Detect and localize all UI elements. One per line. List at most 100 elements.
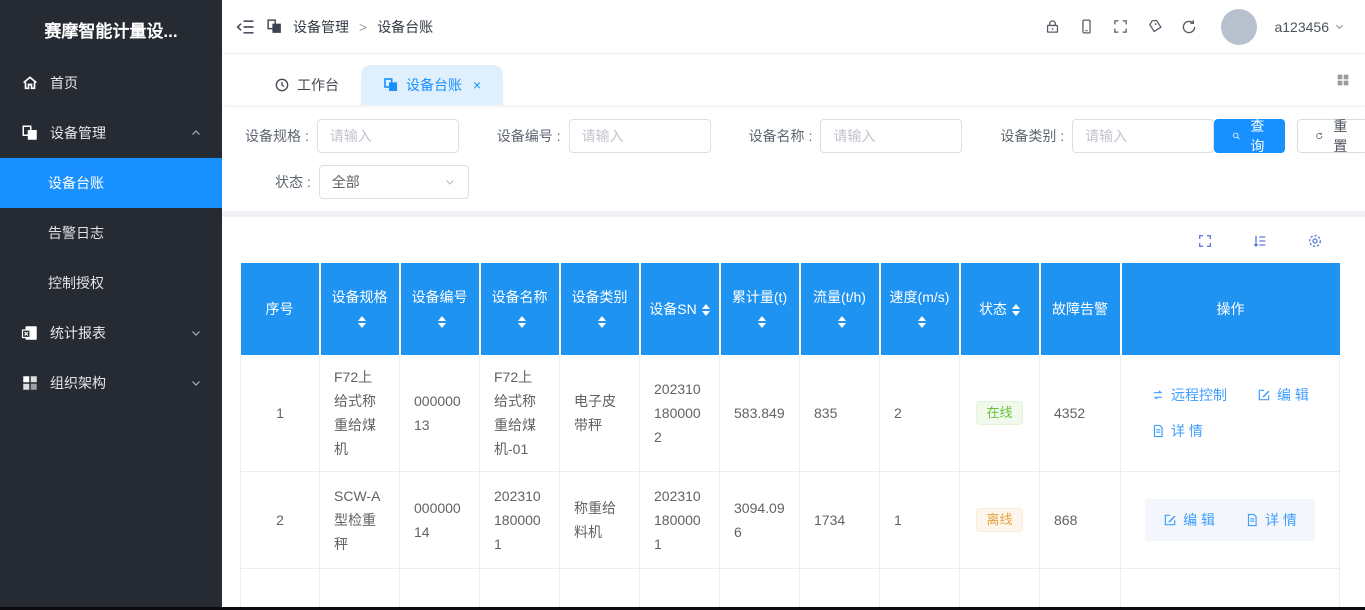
sidebar-item-label: 设备管理: [50, 123, 106, 143]
col-status[interactable]: 状态: [960, 263, 1040, 355]
detail-link[interactable]: 详 情: [1245, 508, 1297, 532]
sidebar-item-control-auth[interactable]: 控制授权: [0, 258, 222, 308]
cell-status: [960, 568, 1040, 610]
col-index: 序号: [241, 263, 320, 355]
cell-fault: 4352: [1040, 355, 1121, 471]
tab-device-ledger[interactable]: 设备台账 ×: [361, 65, 503, 105]
col-total[interactable]: 累计量(t): [720, 263, 800, 355]
table-density-icon[interactable]: [1252, 233, 1268, 249]
cell-code: 000000: [400, 568, 480, 610]
device-table: 序号 设备规格 设备编号 设备名称 设备类别 设备SN 累计量(t) 流量(t/…: [240, 263, 1340, 610]
col-speed[interactable]: 速度(m/s): [880, 263, 960, 355]
cell-index: 2: [241, 471, 320, 568]
filter-status-label: 状态 :: [275, 172, 311, 192]
device-icon: [383, 77, 399, 93]
sort-icon[interactable]: [838, 316, 846, 328]
mobile-icon[interactable]: [1078, 18, 1095, 35]
cell-category: 称重给料机: [560, 568, 640, 610]
theme-tag-icon[interactable]: [1146, 18, 1163, 35]
fullscreen-icon[interactable]: [1112, 18, 1129, 35]
edit-link[interactable]: 编 辑: [1257, 383, 1309, 407]
status-badge: 在线: [976, 401, 1022, 425]
sort-icon[interactable]: [1012, 304, 1020, 316]
table-settings-gear-icon[interactable]: [1307, 233, 1323, 249]
org-icon: [20, 373, 40, 393]
sidebar-item-alarm-log[interactable]: 告警日志: [0, 208, 222, 258]
detail-link[interactable]: 详 情: [1151, 419, 1203, 443]
cell-flow: 1734: [800, 471, 880, 568]
cell-flow: 835: [800, 355, 880, 471]
breadcrumb-section[interactable]: 设备管理: [293, 17, 349, 37]
cell-spec: F55耐压式秤: [320, 568, 400, 610]
search-icon: [1232, 129, 1241, 143]
sidebar-item-home[interactable]: 首页: [0, 58, 222, 108]
cell-sn: 2023101800002: [640, 355, 720, 471]
filter-category-input[interactable]: [1072, 119, 1214, 153]
table-row: 1 F72上给式称重给煤机 00000013 F72上给式称重给煤机-01 电子…: [241, 355, 1340, 471]
filter-code-input[interactable]: [569, 119, 711, 153]
sort-icon[interactable]: [518, 316, 526, 328]
search-button[interactable]: 查 询: [1214, 119, 1285, 153]
filter-name-input[interactable]: [820, 119, 962, 153]
tab-options-icon[interactable]: [1335, 72, 1351, 88]
cell-flow: [800, 568, 880, 610]
chevron-down-icon: [1334, 21, 1345, 32]
status-select[interactable]: 全部: [319, 165, 469, 199]
sidebar-item-device-ledger[interactable]: 设备台账: [0, 158, 222, 208]
sort-icon[interactable]: [358, 316, 366, 328]
col-actions: 操作: [1121, 263, 1340, 355]
reset-button[interactable]: 重 置: [1297, 119, 1365, 153]
sidebar-item-label: 组织架构: [50, 373, 106, 393]
cell-index: [241, 568, 320, 610]
sidebar-item-device-management[interactable]: 设备管理: [0, 108, 222, 158]
app-title: 赛摩智能计量设...: [0, 0, 222, 58]
cell-status: 在线: [960, 355, 1040, 471]
cell-spec: F72上给式称重给煤机: [320, 355, 400, 471]
cell-code: 00000014: [400, 471, 480, 568]
sort-icon[interactable]: [918, 316, 926, 328]
chevron-down-icon: [190, 377, 202, 389]
tab-workbench[interactable]: 工作台: [252, 65, 361, 105]
close-icon[interactable]: ×: [473, 77, 481, 93]
cell-fault: 868: [1040, 471, 1121, 568]
cell-actions: [1121, 568, 1340, 610]
edit-icon: [1163, 513, 1177, 527]
table-fullscreen-icon[interactable]: [1197, 233, 1213, 249]
chevron-up-icon: [190, 127, 202, 139]
col-flow[interactable]: 流量(t/h): [800, 263, 880, 355]
edit-link[interactable]: 编 辑: [1163, 508, 1215, 532]
clock-icon: [274, 77, 290, 93]
cell-status: 离线: [960, 471, 1040, 568]
sidebar-item-label: 设备台账: [48, 173, 104, 193]
user-menu[interactable]: a123456: [1274, 19, 1345, 35]
menu-fold-icon[interactable]: [236, 17, 256, 37]
table-panel: 序号 设备规格 设备编号 设备名称 设备类别 设备SN 累计量(t) 流量(t/…: [222, 217, 1365, 610]
sort-icon[interactable]: [438, 316, 446, 328]
col-code[interactable]: 设备编号: [400, 263, 480, 355]
cell-name: 2023101800001: [480, 471, 560, 568]
sort-icon[interactable]: [758, 316, 766, 328]
col-sn[interactable]: 设备SN: [640, 263, 720, 355]
filter-category-label: 设备类别 :: [1000, 126, 1064, 146]
col-spec[interactable]: 设备规格: [320, 263, 400, 355]
filter-name: 设备名称 :: [749, 119, 963, 153]
cell-category: 电子皮带秤: [560, 355, 640, 471]
refresh-icon[interactable]: [1180, 18, 1198, 36]
remote-control-link[interactable]: 远程控制: [1151, 383, 1227, 407]
filter-spec-input[interactable]: [317, 119, 459, 153]
device-icon: [266, 18, 283, 35]
cell-sn: 202310: [640, 568, 720, 610]
sidebar-item-organization[interactable]: 组织架构: [0, 358, 222, 408]
sidebar-item-statistics[interactable]: 统计报表: [0, 308, 222, 358]
lock-icon[interactable]: [1044, 18, 1061, 35]
user-avatar[interactable]: [1221, 9, 1257, 45]
sort-icon[interactable]: [702, 304, 710, 316]
cell-name: 111: [480, 568, 560, 610]
col-name[interactable]: 设备名称: [480, 263, 560, 355]
col-category[interactable]: 设备类别: [560, 263, 640, 355]
sort-icon[interactable]: [598, 316, 606, 328]
cell-speed: [880, 568, 960, 610]
document-icon: [1245, 513, 1259, 527]
chevron-down-icon: [190, 327, 202, 339]
cell-sn: 2023101800001: [640, 471, 720, 568]
